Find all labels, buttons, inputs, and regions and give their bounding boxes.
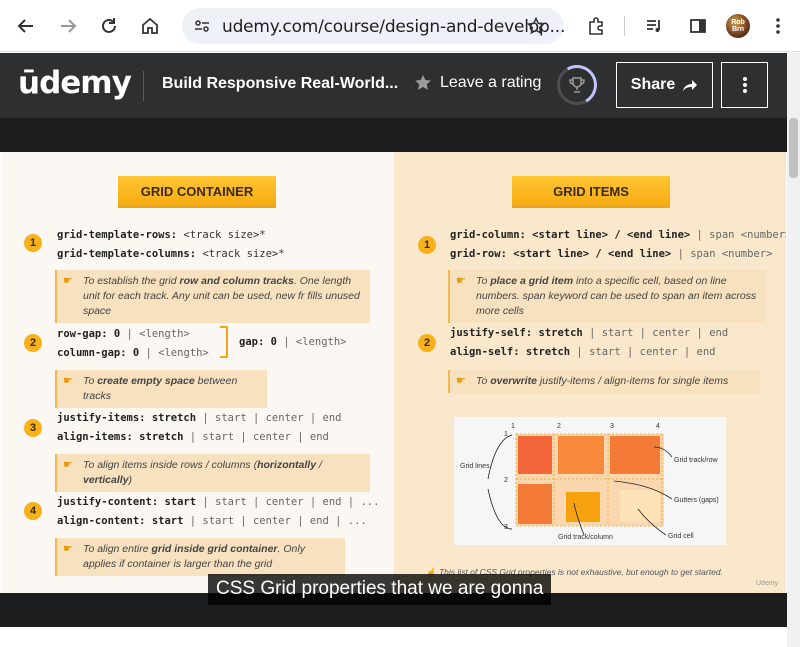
code-line: grid-template-rows: <track size>* [57,229,266,241]
home-button[interactable] [134,10,166,42]
browser-menu-button[interactable] [762,10,794,42]
step-number: 3 [24,419,42,437]
more-options-button[interactable] [721,62,768,108]
grid-container-title: GRID CONTAINER [118,176,276,206]
side-panel-button[interactable] [682,10,714,42]
code-line: grid-row: <start line> / <end line> | sp… [450,248,773,260]
share-button[interactable]: Share [616,62,713,108]
code-line: row-gap: 0 | <length> [57,328,190,340]
reload-icon [102,18,116,33]
label-grid-cell: Grid cell [668,533,694,540]
profile-avatar[interactable]: Rob Brn [726,14,750,38]
line-number-left: 1 [504,431,508,438]
udemy-logo[interactable]: ūdemy [18,65,132,101]
explanation-note: ☛ To align entire grid inside grid contai… [55,538,345,576]
media-controls-button[interactable] [638,10,670,42]
pointing-hand-icon: ☛ [63,543,73,555]
page-below-video [0,627,787,647]
step-number: 1 [24,234,42,252]
grid-diagram: 1 2 3 4 1 2 3 Grid lines Grid track/row … [454,417,726,545]
explanation-note: ☛ To establish the grid row and column tr… [55,270,370,323]
code-line: justify-content: start | start | center … [57,496,380,508]
address-bar[interactable]: udemy.com/course/design-and-develop... [182,8,566,44]
side-panel-icon [690,19,706,33]
label-grid-lines: Grid lines [460,463,490,470]
video-player[interactable]: GRID CONTAINER 1 grid-template-rows: <tr… [2,152,786,593]
url-text: udemy.com/course/design-and-develop... [222,17,566,37]
line-number-top: 1 [511,423,515,430]
explanation-note: ☛ To place a grid item into a specific ce… [448,270,766,323]
video-caption: CSS Grid properties that we are gonna [208,574,552,605]
code-line: align-items: stretch | start | center | … [57,431,329,443]
explanation-note: ☛ To overwrite justify-items / align-item… [448,370,760,393]
kebab-menu-icon [776,18,780,34]
course-header: ūdemy Build Responsive Real-World... Lea… [0,53,787,118]
explanation-note: ☛ To create empty space between tracks [55,370,267,408]
code-line: column-gap: 0 | <length> [57,347,209,359]
playlist-music-icon [647,20,660,32]
line-number-left: 2 [504,477,508,484]
code-line: gap: 0 | <length> [239,336,347,348]
label-track-row: Grid track/row [674,457,718,464]
course-title[interactable]: Build Responsive Real-World... [162,75,398,93]
label-gutters: Gutters (gaps) [674,497,719,504]
star-icon [415,75,431,90]
line-number-top: 2 [557,423,561,430]
progress-arc [552,60,602,110]
share-arrow-icon [683,80,698,91]
pointing-hand-icon: ☛ [456,275,466,287]
grid-diagram-graphic [487,433,673,536]
toolbar-divider [624,16,625,36]
back-button[interactable] [10,10,42,42]
extensions-button[interactable] [580,10,612,42]
step-number: 2 [24,334,42,352]
code-line: align-content: start | start | center | … [57,515,367,527]
step-number: 2 [418,334,436,352]
bookmark-star-icon[interactable] [527,17,545,35]
puzzle-icon [589,17,603,35]
share-label: Share [630,76,676,93]
code-line: align-self: stretch | start | center | e… [450,346,716,358]
leave-rating-label: Leave a rating [440,74,542,91]
header-divider [143,71,144,101]
code-line: justify-self: stretch | start | center |… [450,327,729,339]
code-line: justify-items: stretch | start | center … [57,412,342,424]
grid-container-panel: GRID CONTAINER 1 grid-template-rows: <tr… [2,152,394,593]
video-letterbox-top [0,118,787,152]
site-settings-icon[interactable] [194,18,210,34]
grid-items-title: GRID ITEMS [512,176,670,206]
pointing-hand-icon: ☛ [63,275,73,287]
scrollbar-thumb[interactable] [789,118,798,178]
step-number: 1 [418,236,436,254]
forward-arrow-icon [61,19,77,33]
explanation-note: ☛ To align items inside rows / columns (h… [55,454,370,492]
browser-toolbar: udemy.com/course/design-and-develop... R… [0,0,800,52]
pointing-hand-icon: ☛ [63,459,73,471]
line-number-top: 3 [610,423,614,430]
vertical-dots-icon [742,77,747,93]
label-track-column: Grid track/column [558,534,613,541]
leave-rating-button[interactable]: Leave a rating [414,74,541,92]
line-number-top: 4 [656,423,660,430]
reload-button[interactable] [93,10,125,42]
line-number-left: 3 [504,524,508,531]
code-line: grid-column: <start line> / <end line> |… [450,229,786,241]
pointing-hand-icon: ☛ [63,375,73,387]
code-line: grid-template-columns: <track size>* [57,248,285,260]
back-arrow-icon [17,19,33,33]
udemy-watermark: Udemy [756,580,779,587]
gap-bracket [220,326,228,358]
forward-button[interactable] [52,10,84,42]
pointing-hand-icon: ☛ [456,375,466,387]
home-icon [142,17,158,34]
step-number: 4 [24,502,42,520]
